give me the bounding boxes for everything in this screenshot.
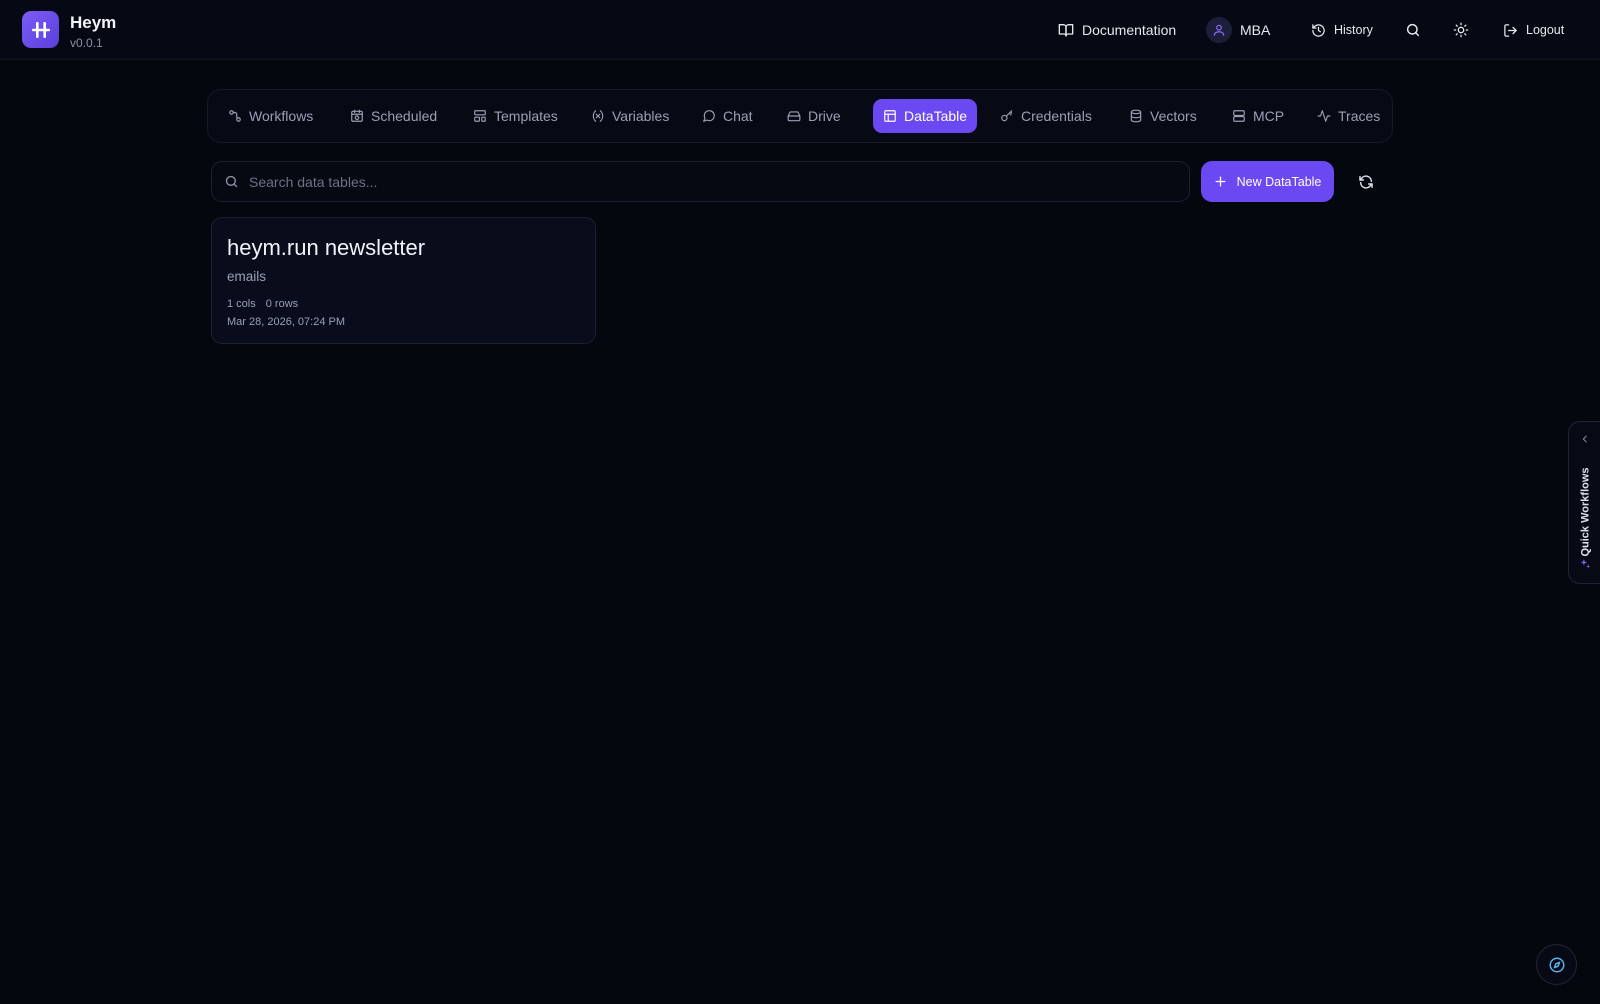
- hard-drive-icon: [787, 111, 801, 122]
- user-name: MBA: [1240, 22, 1271, 38]
- top-header: Heym v0.0.1 Documentation MBA History Lo…: [0, 0, 1600, 60]
- avatar: [1206, 17, 1232, 43]
- logout-button[interactable]: Logout: [1503, 18, 1564, 42]
- search-icon[interactable]: [1401, 18, 1425, 42]
- tab-label: Workflows: [249, 108, 314, 124]
- tab-label: Variables: [612, 108, 670, 124]
- documentation-link[interactable]: Documentation: [1058, 18, 1176, 42]
- documentation-label: Documentation: [1082, 22, 1177, 38]
- database-icon: [1130, 109, 1142, 123]
- user-menu[interactable]: MBA: [1206, 16, 1270, 44]
- main-nav-tabs: Workflows Scheduled Templates Variables …: [207, 89, 1393, 143]
- logout-label: Logout: [1526, 23, 1565, 37]
- tab-label: Vectors: [1150, 108, 1197, 124]
- tab-label: Templates: [494, 108, 558, 124]
- tab-label: Credentials: [1021, 108, 1092, 124]
- tab-variables[interactable]: Variables: [581, 99, 679, 133]
- app-name: Heym: [70, 13, 117, 32]
- user-icon: [1213, 24, 1225, 36]
- tab-vectors[interactable]: Vectors: [1119, 99, 1207, 133]
- quick-workflows-label: Quick Workflows: [1580, 467, 1593, 557]
- workflow-icon: [229, 110, 241, 122]
- app-logo-icon[interactable]: [22, 11, 59, 48]
- activity-icon: [1317, 110, 1331, 122]
- tab-label: Drive: [808, 108, 841, 124]
- sun-icon[interactable]: [1449, 18, 1473, 42]
- sparkles-icon: [1580, 559, 1591, 569]
- tab-label: Traces: [1338, 108, 1381, 124]
- search-icon: [225, 175, 238, 188]
- table-icon: [884, 110, 896, 122]
- quick-workflows-label-wrap: Quick Workflows: [1572, 466, 1600, 558]
- history-button[interactable]: History: [1311, 18, 1373, 42]
- datatable-name: heym.run newsletter: [227, 235, 426, 260]
- key-icon: [1001, 110, 1013, 122]
- datatable-updated: Mar 28, 2026, 07:24 PM: [227, 316, 346, 328]
- variable-icon: [592, 110, 604, 122]
- tab-credentials[interactable]: Credentials: [990, 99, 1102, 133]
- new-datatable-button[interactable]: New DataTable: [1201, 161, 1334, 202]
- history-icon: [1312, 23, 1325, 37]
- tab-mcp[interactable]: MCP: [1222, 99, 1294, 133]
- plus-icon: [1215, 176, 1226, 187]
- refresh-icon[interactable]: [1354, 170, 1378, 194]
- datatable-stats: 1 cols 0 rows: [227, 298, 298, 310]
- chevron-left-icon: [1582, 435, 1587, 443]
- chat-bubble-icon: [703, 110, 715, 122]
- tab-chat[interactable]: Chat: [692, 99, 763, 133]
- datatable-card[interactable]: heym.run newsletter emails 1 cols 0 rows…: [211, 217, 596, 344]
- server-icon: [1233, 110, 1245, 122]
- new-datatable-label: New DataTable: [1236, 174, 1322, 189]
- tab-label: MCP: [1253, 108, 1285, 124]
- calendar-clock-icon: [351, 109, 363, 122]
- tab-traces[interactable]: Traces: [1307, 99, 1390, 133]
- app-version: v0.0.1: [70, 36, 103, 50]
- tab-drive[interactable]: Drive: [777, 99, 851, 133]
- datatable-cols: 1 cols: [227, 298, 256, 310]
- tab-workflows[interactable]: Workflows: [218, 99, 323, 133]
- search-box: [211, 161, 1190, 202]
- book-open-icon: [1058, 24, 1074, 37]
- tab-scheduled[interactable]: Scheduled: [340, 99, 447, 133]
- tab-templates[interactable]: Templates: [463, 99, 568, 133]
- datatable-description: emails: [227, 269, 267, 284]
- quick-workflows-toggle[interactable]: Quick Workflows: [1568, 421, 1600, 584]
- tab-label: Chat: [723, 108, 753, 124]
- tab-label: Scheduled: [371, 108, 438, 124]
- tab-datatable[interactable]: DataTable: [873, 99, 978, 133]
- logout-icon: [1504, 23, 1517, 37]
- history-label: History: [1334, 23, 1373, 37]
- datatable-rows: 0 rows: [265, 298, 299, 310]
- tab-label: DataTable: [904, 108, 968, 124]
- search-input[interactable]: [249, 162, 1189, 201]
- layout-template-icon: [474, 110, 486, 122]
- compass-icon[interactable]: [1536, 944, 1577, 985]
